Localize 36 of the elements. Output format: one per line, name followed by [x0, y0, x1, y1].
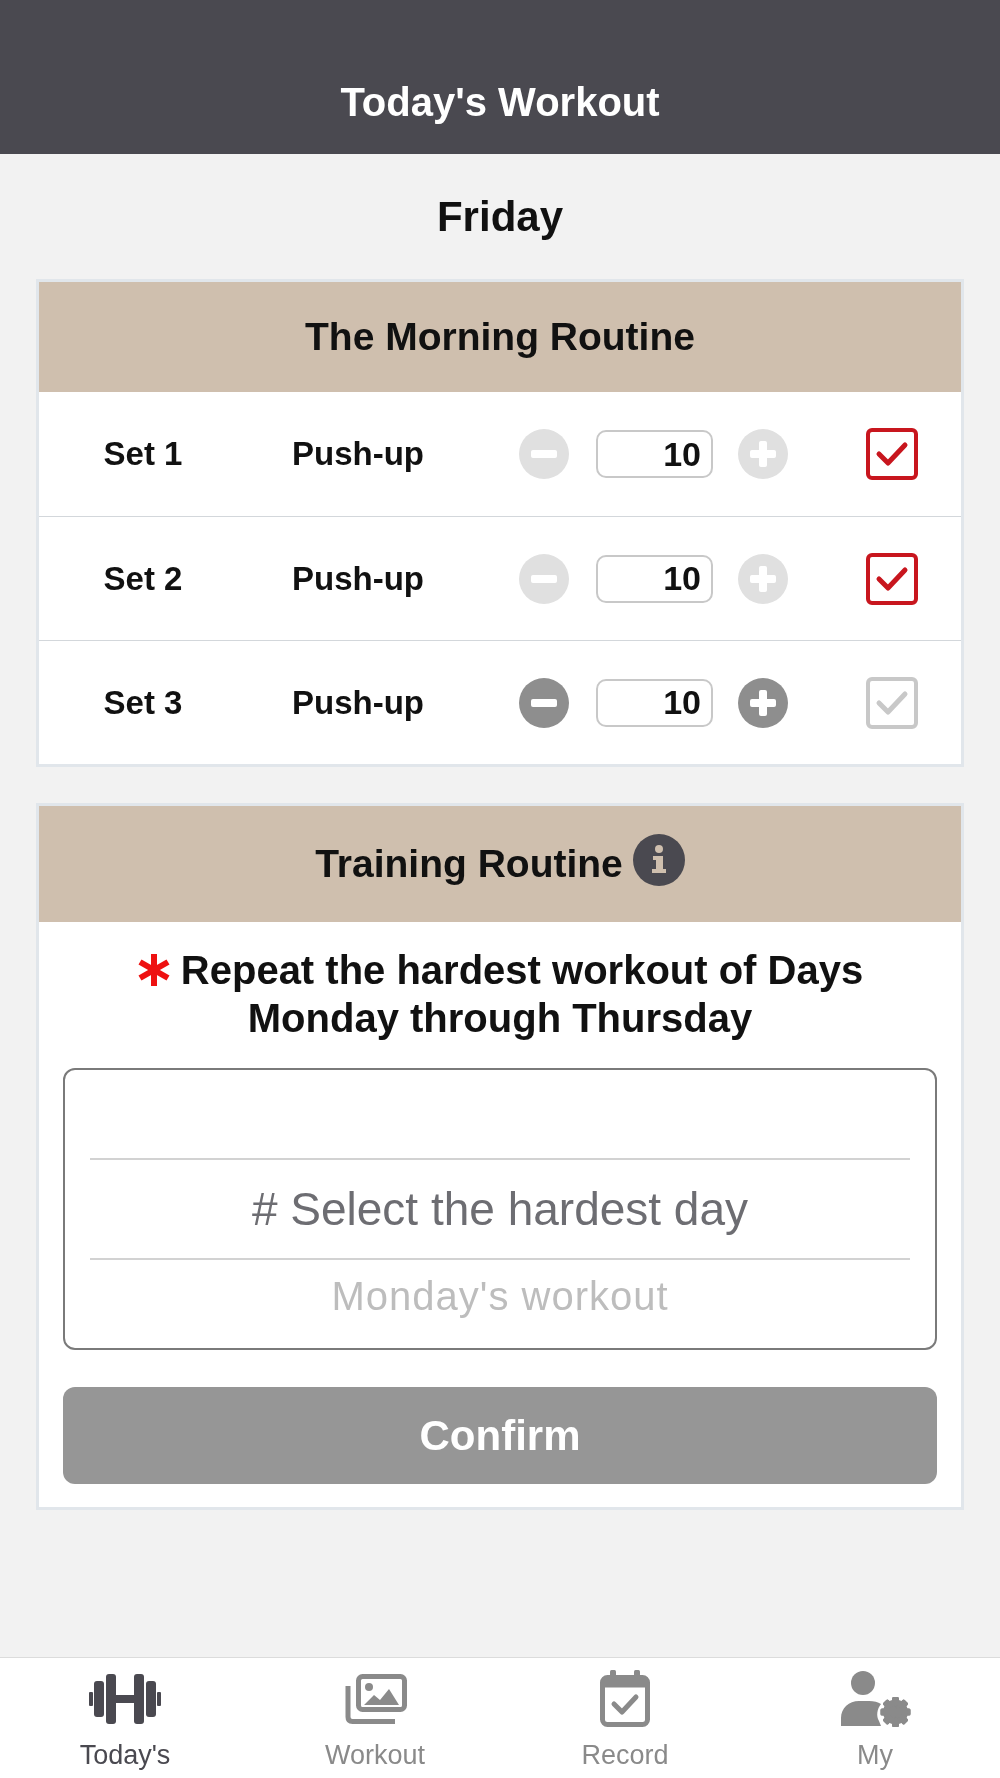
card-title: Training Routine — [315, 841, 623, 887]
picker-option[interactable]: # Select the hardest day — [251, 1181, 749, 1237]
exercise-name: Push-up — [291, 683, 425, 722]
tab-button[interactable]: Record — [500, 1658, 750, 1778]
reps-input[interactable]: 10 — [596, 678, 713, 727]
tab-button[interactable]: Workout — [250, 1658, 500, 1778]
user-gear-icon — [839, 1670, 911, 1727]
tab-button[interactable]: Today's — [0, 1658, 250, 1778]
exercise-name: Push-up — [291, 435, 425, 473]
day-picker[interactable]: # Select the hardest day Monday's workout — [63, 1068, 937, 1350]
checkbox[interactable] — [866, 428, 918, 480]
reps-input[interactable]: 10 — [596, 430, 713, 478]
checkbox[interactable] — [866, 676, 918, 729]
tab-button[interactable]: My — [750, 1658, 1000, 1778]
exercise-name: Push-up — [291, 559, 425, 598]
set-label: Set 3 — [102, 683, 184, 722]
photos-icon — [343, 1673, 407, 1724]
minus-button[interactable] — [519, 677, 569, 728]
set-label: Set 1 — [102, 435, 184, 473]
dumbbell-icon — [89, 1673, 161, 1724]
day-title: Friday — [436, 192, 563, 241]
minus-icon — [531, 698, 557, 707]
instruction-text: Repeat the hardest workout of Days Monday through Thursday — [180, 948, 864, 1040]
plus-icon — [750, 441, 776, 467]
calendar-check-icon — [600, 1670, 650, 1727]
minus-icon — [531, 574, 557, 583]
info-icon[interactable] — [632, 834, 685, 886]
reps-input[interactable]: 10 — [596, 554, 713, 603]
minus-icon — [531, 450, 557, 458]
plus-icon — [750, 689, 776, 716]
checkbox[interactable] — [866, 552, 918, 605]
plus-icon — [750, 565, 776, 592]
card-title: The Morning Routine — [305, 314, 695, 360]
header-title: Today's Workout — [340, 79, 660, 126]
set-label: Set 2 — [102, 559, 184, 598]
plus-button[interactable] — [738, 677, 788, 728]
